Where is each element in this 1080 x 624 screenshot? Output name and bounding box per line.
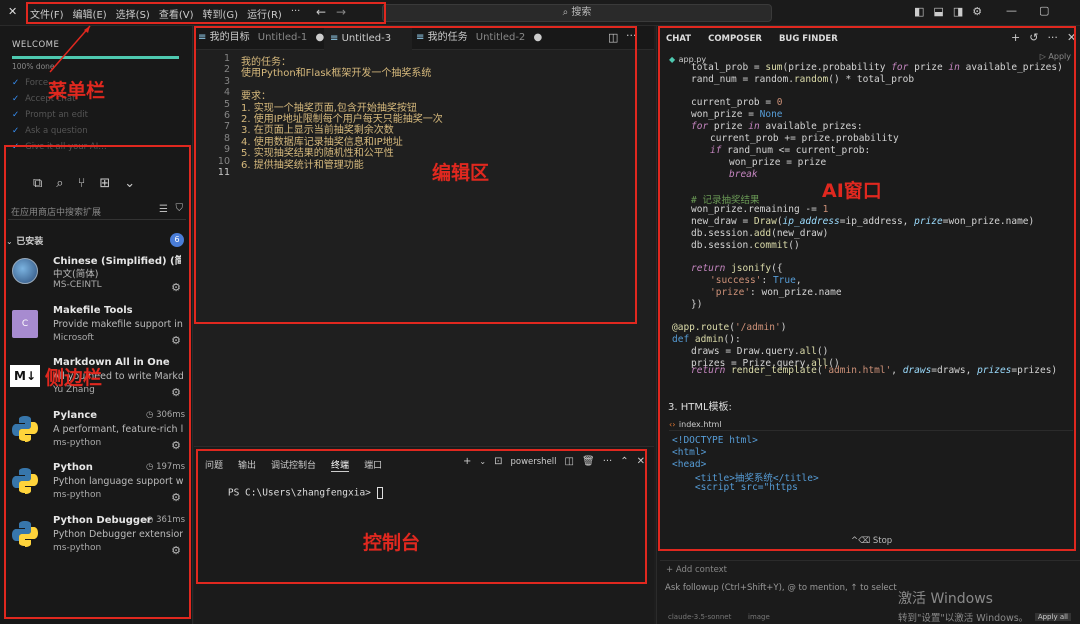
toggle-secondary-sidebar-icon[interactable]: ◨ [953,5,963,18]
check-icon: ✓ [12,126,20,136]
editor-highlight-box [194,26,637,324]
layout-controls: ◧ ⬓ ◨ ⚙ [914,5,982,18]
console-highlight-box [196,449,647,584]
annotation-menubar: 菜单栏 [48,80,106,102]
minimize-icon[interactable]: — [1006,4,1017,17]
checklist-item[interactable]: ✓ Ask a question [12,126,182,142]
search-label: 搜索 [571,7,592,18]
check-icon: ✓ [12,78,20,88]
add-context-button[interactable]: + Add context [666,565,727,575]
annotation-sidebar: 侧边栏 [45,367,103,389]
settings-gear-icon[interactable]: ⚙ [972,5,982,18]
toggle-panel-icon[interactable]: ⬓ [933,5,943,18]
ai-window-highlight-box [658,26,1076,551]
watermark-title: 激活 Windows [898,591,993,607]
check-icon: ✓ [12,94,20,104]
command-search-box[interactable]: ⌕ 搜索 [382,4,772,22]
model-selector[interactable]: claude-3.5-sonnet [668,613,731,621]
chat-input[interactable]: Ask followup (Ctrl+Shift+Y), @ to mentio… [665,583,897,593]
annotation-console: 控制台 [363,532,421,554]
image-button[interactable]: image [748,613,770,621]
window-controls: — ▢ [1006,4,1049,17]
app-logo-icon: ✕ [8,5,18,18]
watermark-subtitle: 转到"设置"以激活 Windows。 [898,613,1029,624]
annotation-ai: AI窗口 [822,180,882,202]
checklist-label: Ask a question [25,126,88,136]
checklist-label: Prompt an edit [25,110,88,120]
annotation-arrow [49,25,91,73]
check-icon: ✓ [12,110,20,120]
windows-activation-watermark: 激活 Windows 转到"设置"以激活 Windows。 [898,588,1078,624]
maximize-icon[interactable]: ▢ [1039,4,1049,17]
annotation-editor: 编辑区 [432,162,490,184]
toggle-sidebar-icon[interactable]: ◧ [914,5,924,18]
checklist-item[interactable]: ✓ Prompt an edit [12,110,182,126]
